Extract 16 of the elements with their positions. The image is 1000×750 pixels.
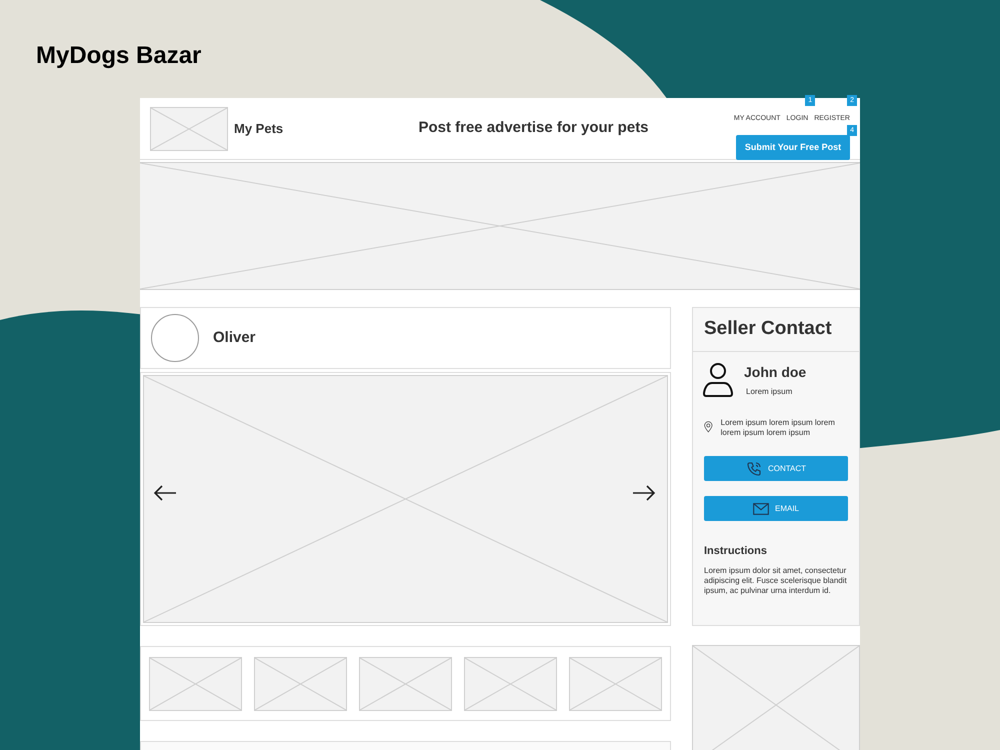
avatar <box>151 314 199 362</box>
phone-icon <box>746 460 762 476</box>
pet-name: Oliver <box>213 328 256 348</box>
brand-name: My Pets <box>234 120 284 138</box>
mail-icon <box>752 502 769 514</box>
instructions-text: Lorem ipsum dolor sit amet, consectetur adipiscing elit. Fusce scelerisque blandit ipsum, ac pulvinar urna interdum id. <box>703 566 848 596</box>
seller-subtitle: Lorem ipsum <box>746 386 794 398</box>
person-icon <box>703 362 733 398</box>
address-text: Lorem ipsum lorem ipsum lorem lorem ipsum lorem ipsum <box>720 418 836 438</box>
seller-name: John doe <box>744 363 806 382</box>
instructions-title: Instructions <box>703 544 768 559</box>
panel-title: Seller Contact <box>693 308 859 352</box>
tagline: Post free advertise for your pets <box>417 118 650 138</box>
page-title: MyDogs Bazar <box>36 41 202 71</box>
arrow-left-icon[interactable] <box>153 485 177 501</box>
arrow-right-icon[interactable] <box>632 485 656 501</box>
